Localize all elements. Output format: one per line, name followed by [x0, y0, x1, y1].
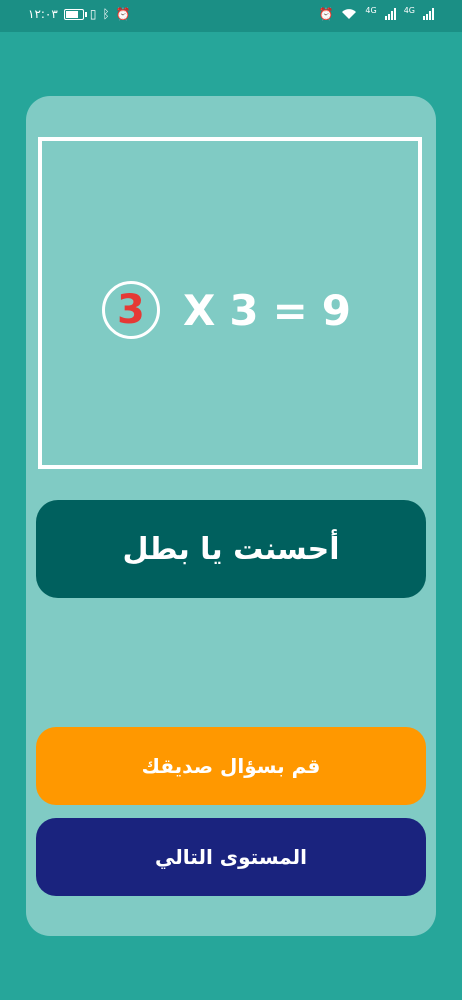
signal-icon	[384, 8, 396, 20]
alarm-icon: ⏰	[115, 7, 131, 21]
next-level-button[interactable]: المستوى التالي	[36, 818, 426, 896]
equation: 3 X 3 = 9	[42, 281, 418, 339]
bluetooth-icon: ᛒ	[102, 7, 110, 21]
equals-sign: =	[272, 285, 308, 335]
feedback-banner: أحسنت يا بطل	[36, 500, 426, 598]
answer-value: 3	[117, 287, 145, 333]
vibrate-icon: ▯	[89, 7, 97, 21]
status-left-group: ١٢:٠٣ ▯ ᛒ ⏰	[28, 8, 131, 20]
ask-friend-label: قم بسؤال صديقك	[141, 754, 321, 778]
battery-icon	[63, 8, 87, 20]
operator-sign: X	[182, 285, 216, 335]
status-time: ١٢:٠٣	[28, 7, 58, 21]
status-bar: ١٢:٠٣ ▯ ᛒ ⏰ ⏰ 4G 4G	[0, 0, 462, 32]
network-type-label: 4G	[365, 5, 377, 15]
signal-icon	[423, 8, 434, 20]
network-type-label: 4G	[403, 5, 415, 15]
status-right-group: ⏰ 4G 4G	[318, 5, 434, 21]
next-level-label: المستوى التالي	[155, 845, 307, 869]
ask-friend-button[interactable]: قم بسؤال صديقك	[36, 727, 426, 805]
wifi-icon	[342, 9, 357, 19]
result-value: 9	[321, 285, 352, 335]
alarm-icon: ⏰	[318, 7, 334, 21]
operand-value: 3	[229, 285, 259, 335]
question-box: 3 X 3 = 9	[38, 137, 422, 469]
answer-circle[interactable]: 3	[101, 281, 160, 339]
feedback-message: أحسنت يا بطل	[122, 531, 340, 567]
